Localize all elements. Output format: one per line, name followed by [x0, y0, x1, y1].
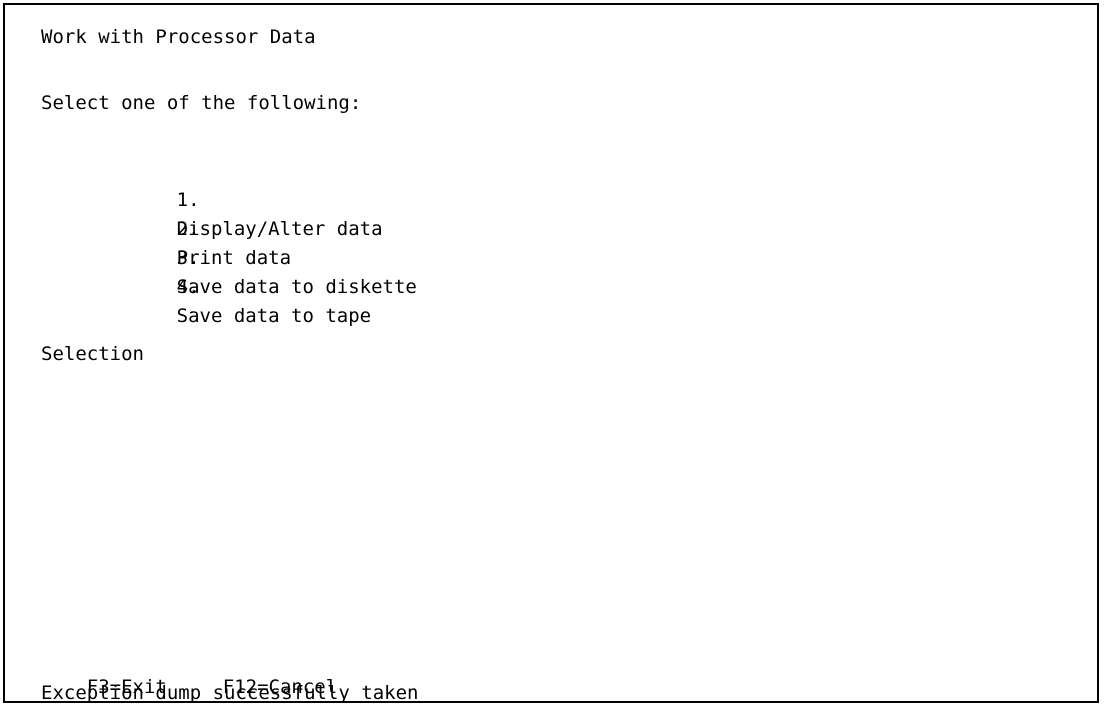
option-label: Save data to diskette: [176, 276, 417, 298]
option-label: Save data to tape: [176, 305, 372, 327]
menu-option-display-alter[interactable]: 1. Display/Alter data: [108, 157, 417, 240]
selection-prompt: Select one of the following:: [41, 92, 362, 114]
menu-options: 1. Display/Alter data 2. Print data 3. S…: [108, 157, 417, 327]
status-message: Exception dump successfully taken: [41, 682, 419, 704]
option-number: 4.: [176, 276, 200, 298]
selection-input-label[interactable]: Selection: [41, 342, 144, 366]
option-number: 2.: [176, 218, 200, 240]
terminal-screen: Work with Processor Data Select one of t…: [3, 3, 1099, 704]
option-number: 3.: [176, 247, 200, 269]
screen-title: Work with Processor Data: [41, 26, 316, 48]
option-number: 1.: [176, 189, 200, 211]
option-label: Display/Alter data: [176, 218, 383, 240]
